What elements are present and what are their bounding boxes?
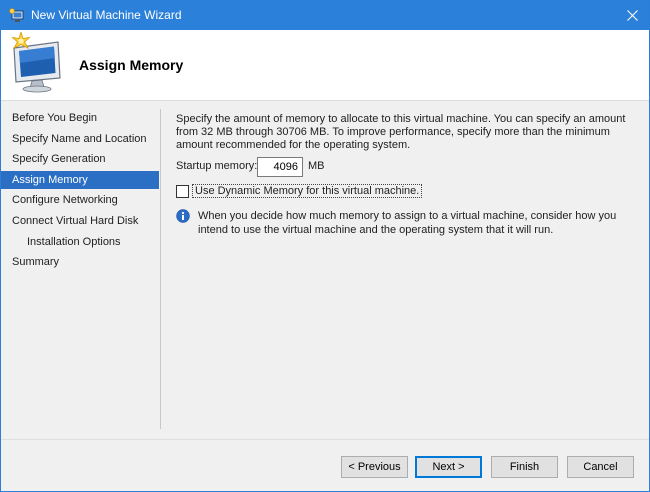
wizard-window: New Virtual Machine Wizard Assign Memory…: [0, 0, 650, 492]
content-panel: Specify the amount of memory to allocate…: [176, 113, 638, 236]
footer-divider: [1, 439, 649, 440]
dynamic-memory-row[interactable]: Use Dynamic Memory for this virtual mach…: [176, 184, 476, 199]
monitor-starburst-icon: [8, 30, 68, 94]
info-note: When you decide how much memory to assig…: [176, 209, 638, 237]
nav-item-specify-generation[interactable]: Specify Generation: [1, 150, 159, 168]
nav-divider: [160, 109, 161, 429]
wizard-header: Assign Memory: [1, 30, 649, 101]
page-title: Assign Memory: [79, 57, 184, 73]
dynamic-memory-checkbox[interactable]: [176, 185, 189, 198]
wizard-steps-nav: Before You Begin Specify Name and Locati…: [1, 109, 159, 429]
nav-item-summary[interactable]: Summary: [1, 253, 159, 271]
previous-button[interactable]: < Previous: [341, 456, 408, 478]
startup-memory-input[interactable]: [257, 157, 303, 177]
info-text: When you decide how much memory to assig…: [198, 210, 617, 236]
cancel-button[interactable]: Cancel: [567, 456, 634, 478]
memory-unit-label: MB: [308, 160, 325, 172]
hyper-v-vm-icon: [9, 8, 25, 24]
finish-button[interactable]: Finish: [491, 456, 558, 478]
nav-item-specify-name-location[interactable]: Specify Name and Location: [1, 130, 159, 148]
nav-item-configure-networking[interactable]: Configure Networking: [1, 191, 159, 209]
info-icon: [176, 209, 190, 223]
window-title: New Virtual Machine Wizard: [31, 8, 182, 22]
startup-memory-row: Startup memory: MB: [176, 157, 476, 177]
nav-item-assign-memory[interactable]: Assign Memory: [1, 170, 159, 189]
dynamic-memory-label[interactable]: Use Dynamic Memory for this virtual mach…: [192, 184, 423, 198]
nav-item-connect-virtual-hard-disk[interactable]: Connect Virtual Hard Disk: [1, 212, 159, 230]
memory-description: Specify the amount of memory to allocate…: [176, 113, 626, 151]
nav-item-installation-options[interactable]: Installation Options: [1, 233, 159, 251]
close-button[interactable]: [615, 1, 649, 30]
nav-item-before-you-begin[interactable]: Before You Begin: [1, 109, 159, 127]
title-bar[interactable]: New Virtual Machine Wizard: [1, 1, 649, 30]
startup-memory-label: Startup memory:: [176, 160, 258, 172]
next-button[interactable]: Next >: [415, 456, 482, 478]
close-icon: [626, 10, 638, 21]
